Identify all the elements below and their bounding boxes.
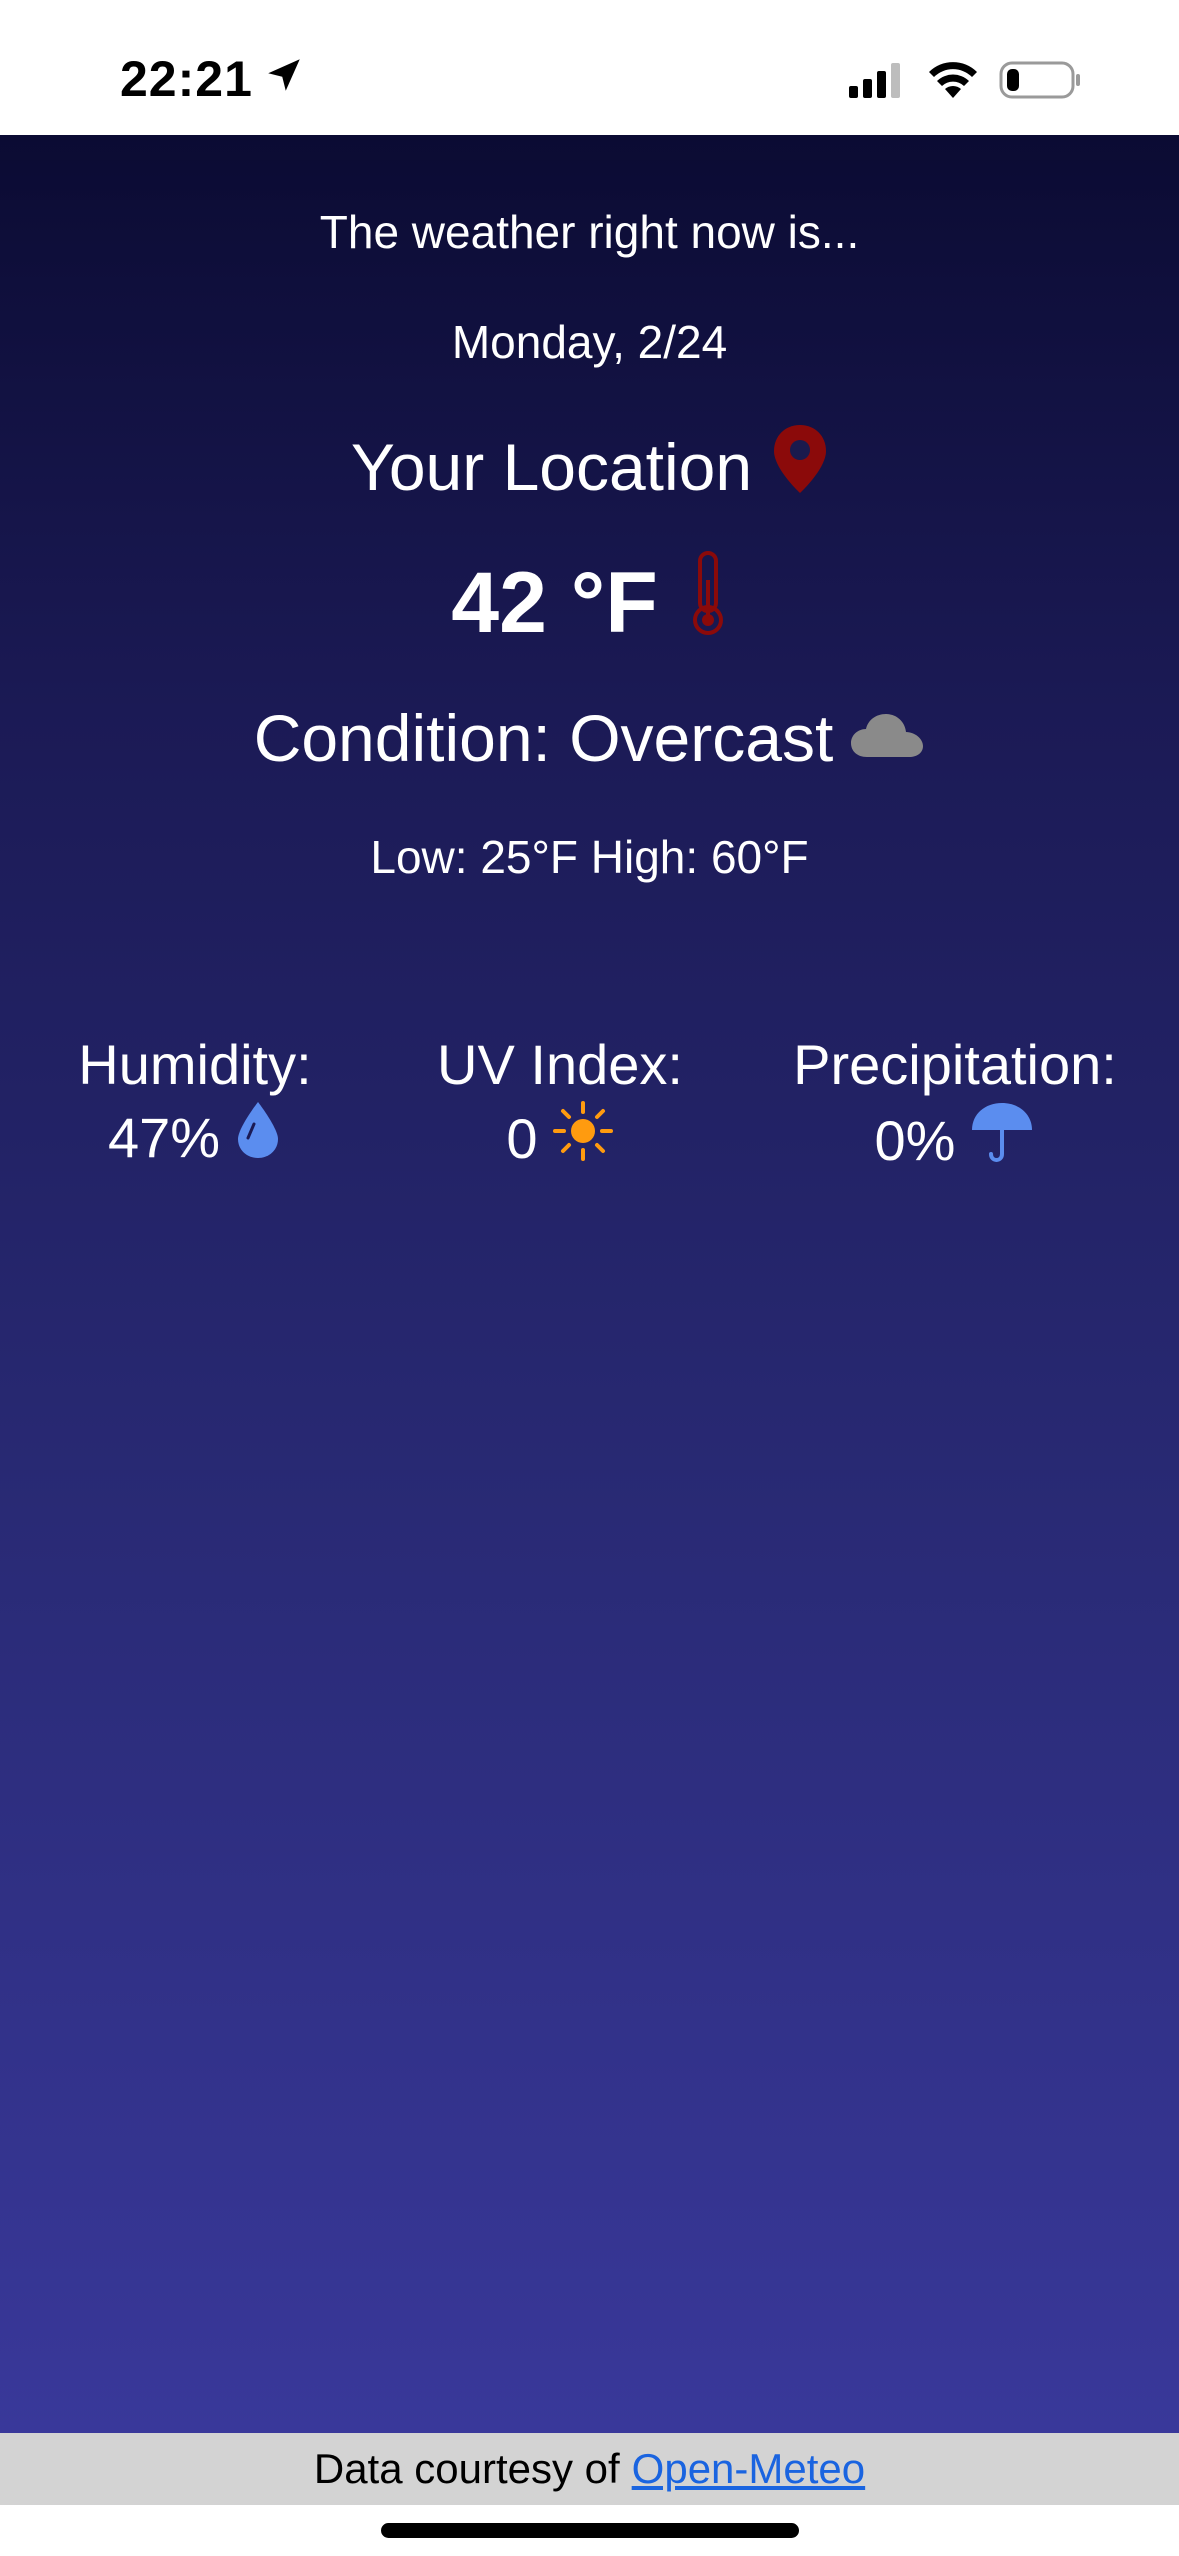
- weather-main: The weather right now is... Monday, 2/24…: [0, 135, 1179, 2435]
- stats-row: Humidity: 47% UV Index: 0 Precipitation:…: [0, 1030, 1179, 1210]
- location-label: Your Location: [350, 429, 753, 504]
- uv-stat: UV Index: 0: [410, 1030, 710, 1178]
- low-high-text: Low: 25°F High: 60°F: [370, 831, 809, 883]
- status-time: 22:21: [120, 50, 305, 108]
- home-indicator[interactable]: [381, 2523, 799, 2538]
- intro-text: The weather right now is...: [319, 206, 860, 258]
- uv-value-row: 0: [410, 1100, 710, 1178]
- thermometer-icon: [688, 550, 728, 657]
- uv-value: 0: [506, 1107, 538, 1170]
- battery-icon: [999, 60, 1083, 105]
- precipitation-value-row: 0%: [770, 1100, 1140, 1182]
- status-indicators: [847, 60, 1083, 105]
- precipitation-stat: Precipitation: 0%: [770, 1030, 1140, 1182]
- precipitation-value: 0%: [874, 1109, 956, 1172]
- footer: Data courtesy of Open-Meteo: [0, 2433, 1179, 2505]
- sun-icon: [552, 1100, 614, 1178]
- footer-prefix: Data courtesy of: [313, 2445, 620, 2492]
- location-arrow-icon: [263, 50, 305, 108]
- condition-label: Condition: Overcast: [253, 701, 834, 775]
- humidity-value-row: 47%: [50, 1100, 340, 1176]
- date-text: Monday, 2/24: [451, 316, 728, 368]
- temperature-row: 42 °F: [0, 550, 1179, 657]
- humidity-label: Humidity:: [78, 1033, 312, 1096]
- humidity-stat: Humidity: 47%: [50, 1030, 340, 1176]
- open-meteo-link[interactable]: Open-Meteo: [632, 2445, 865, 2493]
- cellular-signal-icon: [847, 62, 907, 103]
- map-pin-icon: [772, 423, 828, 510]
- precipitation-label: Precipitation:: [793, 1033, 1117, 1096]
- uv-label: UV Index:: [437, 1033, 683, 1096]
- status-bar: 22:21: [0, 0, 1179, 135]
- humidity-value: 47%: [107, 1106, 221, 1169]
- cloud-icon: [849, 700, 925, 776]
- temperature-value: 42 °F: [451, 555, 658, 651]
- condition-row: Condition: Overcast: [0, 700, 1179, 776]
- water-drop-icon: [234, 1100, 282, 1176]
- wifi-icon: [927, 60, 979, 105]
- location-row: Your Location: [0, 423, 1179, 510]
- umbrella-icon: [969, 1100, 1035, 1182]
- clock-text: 22:21: [120, 51, 253, 107]
